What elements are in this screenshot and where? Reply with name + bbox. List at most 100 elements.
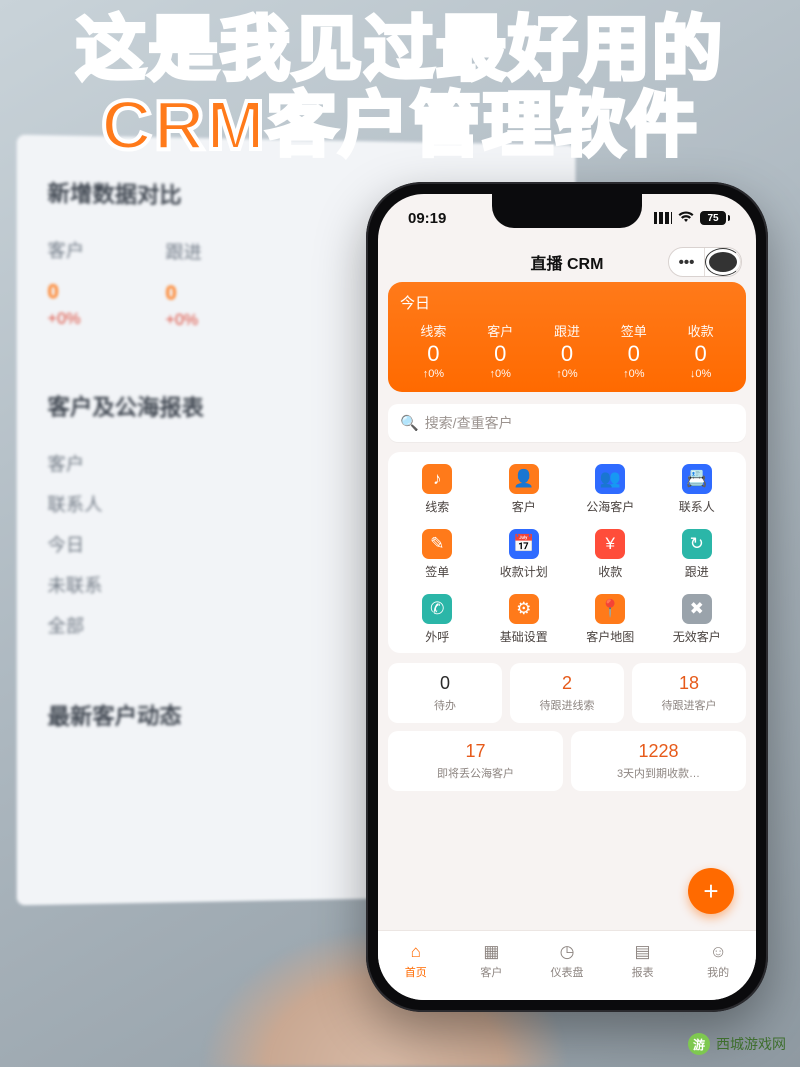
app-item-公海客户[interactable]: 👥 公海客户 bbox=[567, 464, 654, 515]
app-item-线索[interactable]: ♪ 线索 bbox=[394, 464, 481, 515]
phone-screen: 09:19 75 直播 CRM ••• 今日 线索 0 bbox=[378, 194, 756, 1000]
monitor-col: 跟进 0 +0% bbox=[165, 238, 201, 330]
app-icon: ⚙ bbox=[509, 594, 539, 624]
tab-客户[interactable]: ▦ 客户 bbox=[454, 931, 530, 990]
app-icon: 👤 bbox=[509, 464, 539, 494]
todo-cards: 0 待办 2 待跟进线索 18 待跟进客户 17 即将丢公海客户 1228 3天… bbox=[388, 663, 746, 791]
caption-line-2: CRM客户管理软件 bbox=[10, 88, 790, 164]
dashboard-cell-label: 签单 bbox=[600, 321, 667, 340]
app-item-跟进[interactable]: ↻ 跟进 bbox=[654, 529, 741, 580]
dashboard-cell-value: 0 bbox=[667, 342, 734, 366]
watermark: 游 西城游戏网 bbox=[688, 1033, 786, 1055]
app-icon: 👥 bbox=[595, 464, 625, 494]
app-icon: 📅 bbox=[509, 529, 539, 559]
tab-label: 报表 bbox=[632, 964, 654, 980]
dashboard-cell-value: 0 bbox=[534, 342, 601, 366]
dashboard-cell[interactable]: 签单 0 ↑0% bbox=[600, 321, 667, 380]
tab-icon: ▤ bbox=[633, 942, 653, 962]
battery-level: 75 bbox=[700, 211, 726, 225]
dashboard-cell[interactable]: 跟进 0 ↑0% bbox=[534, 321, 601, 380]
app-label: 基础设置 bbox=[481, 628, 568, 645]
dashboard-cell-delta: ↓0% bbox=[667, 368, 734, 380]
dashboard-cell-label: 客户 bbox=[467, 321, 534, 340]
app-label: 跟进 bbox=[654, 563, 741, 580]
battery-icon: 75 bbox=[700, 211, 730, 225]
dashboard-cell-value: 0 bbox=[400, 342, 467, 366]
dashboard-cell[interactable]: 收款 0 ↓0% bbox=[667, 321, 734, 380]
tab-label: 我的 bbox=[707, 964, 729, 980]
todo-card[interactable]: 2 待跟进线索 bbox=[510, 663, 624, 723]
today-dashboard: 今日 线索 0 ↑0% 客户 0 ↑0% 跟进 0 ↑0% 签单 0 ↑0% 收… bbox=[388, 282, 746, 392]
app-item-无效客户[interactable]: ✖ 无效客户 bbox=[654, 594, 741, 645]
app-item-签单[interactable]: ✎ 签单 bbox=[394, 529, 481, 580]
tab-icon: ◷ bbox=[557, 942, 577, 962]
dashboard-cell[interactable]: 客户 0 ↑0% bbox=[467, 321, 534, 380]
app-icon: 📇 bbox=[682, 464, 712, 494]
app-icon: ✖ bbox=[682, 594, 712, 624]
app-item-联系人[interactable]: 📇 联系人 bbox=[654, 464, 741, 515]
app-label: 收款计划 bbox=[481, 563, 568, 580]
app-label: 线索 bbox=[394, 498, 481, 515]
monitor-col-head: 跟进 bbox=[165, 238, 201, 265]
todo-card[interactable]: 0 待办 bbox=[388, 663, 502, 723]
app-grid: ♪ 线索 👤 客户 👥 公海客户 📇 联系人 ✎ 签单 📅 收款计划 ¥ 收款 … bbox=[388, 452, 746, 653]
dashboard-cell-delta: ↑0% bbox=[467, 368, 534, 380]
dashboard-cell-delta: ↑0% bbox=[534, 368, 601, 380]
tab-报表[interactable]: ▤ 报表 bbox=[605, 931, 681, 990]
app-item-收款[interactable]: ¥ 收款 bbox=[567, 529, 654, 580]
todo-number: 17 bbox=[394, 741, 557, 762]
tab-label: 客户 bbox=[480, 964, 502, 980]
app-icon: ✆ bbox=[422, 594, 452, 624]
app-icon: ¥ bbox=[595, 529, 625, 559]
dashboard-cell-value: 0 bbox=[600, 342, 667, 366]
app-item-外呼[interactable]: ✆ 外呼 bbox=[394, 594, 481, 645]
dashboard-cell-label: 收款 bbox=[667, 321, 734, 340]
wifi-icon bbox=[678, 210, 694, 227]
close-button[interactable] bbox=[705, 248, 741, 276]
plus-icon: + bbox=[703, 876, 718, 907]
todo-card[interactable]: 18 待跟进客户 bbox=[632, 663, 746, 723]
tab-首页[interactable]: ⌂ 首页 bbox=[378, 931, 454, 990]
app-label: 客户 bbox=[481, 498, 568, 515]
app-icon: ✎ bbox=[422, 529, 452, 559]
app-item-客户[interactable]: 👤 客户 bbox=[481, 464, 568, 515]
caption-line-1: 这是我见过最好用的 bbox=[10, 12, 790, 88]
todo-label: 待跟进客户 bbox=[638, 697, 740, 713]
tab-icon: ☺ bbox=[708, 942, 728, 962]
phone-frame: 09:19 75 直播 CRM ••• 今日 线索 0 bbox=[366, 182, 768, 1012]
dashboard-cell-label: 跟进 bbox=[534, 321, 601, 340]
todo-label: 即将丢公海客户 bbox=[394, 765, 557, 781]
todo-label: 3天内到期收款… bbox=[577, 765, 740, 781]
app-item-收款计划[interactable]: 📅 收款计划 bbox=[481, 529, 568, 580]
search-input[interactable]: 🔍 搜索/查重客户 bbox=[388, 404, 746, 442]
dashboard-cell[interactable]: 线索 0 ↑0% bbox=[400, 321, 467, 380]
tab-我的[interactable]: ☺ 我的 bbox=[680, 931, 756, 990]
more-button[interactable]: ••• bbox=[669, 248, 705, 276]
tab-label: 仪表盘 bbox=[550, 964, 583, 980]
title-bar: 直播 CRM ••• bbox=[378, 242, 756, 282]
fab-add-button[interactable]: + bbox=[688, 868, 734, 914]
monitor-col-val: 0 bbox=[165, 282, 201, 306]
todo-number: 1228 bbox=[577, 741, 740, 762]
todo-number: 18 bbox=[638, 673, 740, 694]
app-label: 签单 bbox=[394, 563, 481, 580]
app-item-基础设置[interactable]: ⚙ 基础设置 bbox=[481, 594, 568, 645]
dashboard-cell-value: 0 bbox=[467, 342, 534, 366]
app-label: 公海客户 bbox=[567, 498, 654, 515]
monitor-col-head: 客户 bbox=[47, 236, 84, 263]
miniprogram-actions: ••• bbox=[668, 247, 742, 277]
promo-caption: 这是我见过最好用的 CRM客户管理软件 bbox=[0, 0, 800, 163]
todo-card[interactable]: 1228 3天内到期收款… bbox=[571, 731, 746, 791]
todo-card[interactable]: 17 即将丢公海客户 bbox=[388, 731, 563, 791]
tab-仪表盘[interactable]: ◷ 仪表盘 bbox=[529, 931, 605, 990]
dashboard-title: 今日 bbox=[400, 292, 734, 313]
app-item-客户地图[interactable]: 📍 客户地图 bbox=[567, 594, 654, 645]
app-icon: 📍 bbox=[595, 594, 625, 624]
target-icon bbox=[705, 248, 741, 276]
todo-label: 待办 bbox=[394, 697, 496, 713]
search-icon: 🔍 bbox=[400, 414, 419, 432]
signal-icon bbox=[654, 212, 672, 224]
app-label: 外呼 bbox=[394, 628, 481, 645]
app-label: 收款 bbox=[567, 563, 654, 580]
dashboard-cell-delta: ↑0% bbox=[400, 368, 467, 380]
